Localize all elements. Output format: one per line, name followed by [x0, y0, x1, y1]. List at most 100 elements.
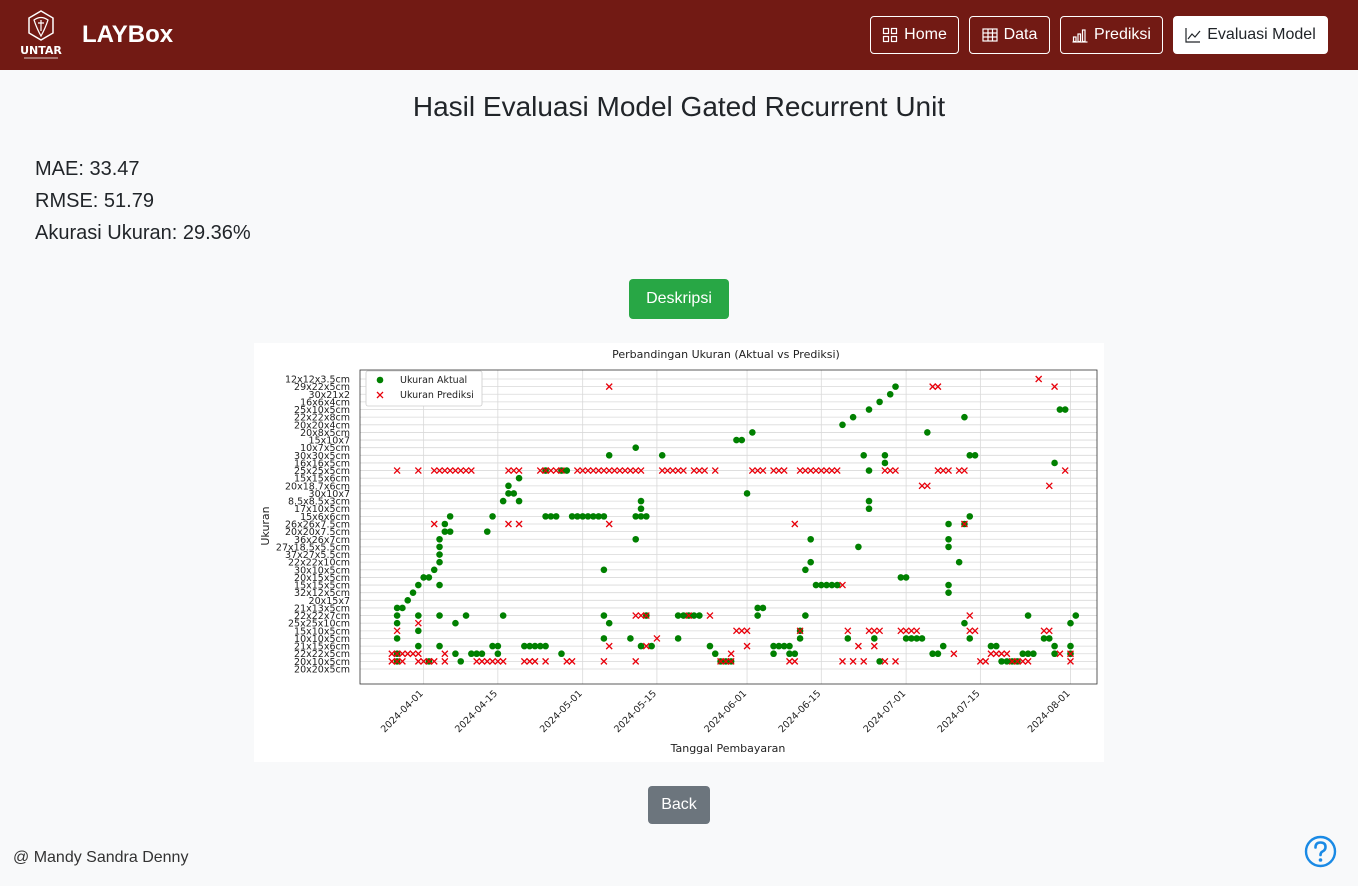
chart-xlabel: Tanggal Pembayaran — [670, 742, 786, 755]
navbar: UNTAR LAYBox Home Data Prediksi Evaluasi… — [0, 0, 1358, 70]
nav-home-label: Home — [904, 26, 947, 43]
actual-point — [961, 413, 968, 421]
actual-point — [696, 612, 703, 619]
actual-point — [436, 612, 443, 619]
actual-point — [452, 619, 459, 627]
actual-point — [436, 551, 443, 558]
actual-point — [796, 635, 804, 642]
actual-point — [393, 619, 401, 627]
x-tick-label: 2024-06-01 — [702, 688, 749, 735]
actual-point — [1024, 612, 1032, 619]
actual-point — [992, 642, 1000, 650]
actual-point — [489, 513, 496, 520]
brand-name[interactable]: LAYBox — [82, 20, 173, 50]
bar-chart-icon — [1072, 29, 1088, 43]
actual-point — [632, 444, 640, 451]
x-tick-label: 2024-05-15 — [612, 688, 659, 735]
actual-point — [1051, 459, 1058, 467]
actual-point — [674, 635, 682, 642]
actual-point — [404, 597, 412, 604]
x-tick-label: 2024-04-15 — [453, 688, 500, 735]
actual-point — [494, 650, 502, 658]
actual-point — [807, 535, 814, 543]
actual-point — [759, 604, 767, 612]
actual-point — [515, 497, 523, 505]
actual-point — [1030, 650, 1037, 658]
actual-point — [515, 474, 523, 482]
actual-point — [494, 642, 502, 650]
nav-evaluasi-model-label: Evaluasi Model — [1207, 26, 1316, 43]
scatter-chart: Perbandingan Ukuran (Aktual vs Prediksi)… — [259, 348, 1098, 755]
actual-point — [886, 390, 894, 398]
actual-point — [939, 642, 947, 650]
actual-point — [865, 467, 873, 474]
actual-point — [902, 574, 910, 581]
actual-point — [770, 650, 777, 658]
nav-evaluasi-model-button[interactable]: Evaluasi Model — [1173, 16, 1328, 54]
actual-point — [600, 566, 608, 574]
actual-point — [436, 558, 443, 566]
actual-point — [505, 482, 512, 490]
grid-icon — [883, 27, 898, 43]
actual-point — [961, 619, 968, 627]
actual-point — [945, 581, 952, 589]
page-title: Hasil Evaluasi Model Gated Recurrent Uni… — [412, 91, 946, 122]
actual-point — [876, 398, 883, 406]
actual-point — [637, 505, 645, 513]
actual-point — [627, 635, 634, 642]
legend-actual-marker — [376, 376, 384, 384]
legend-actual-label: Ukuran Aktual — [400, 375, 467, 386]
actual-point — [881, 459, 889, 467]
actual-point — [934, 650, 942, 658]
x-tick-label: 2024-07-15 — [936, 688, 983, 735]
actual-point — [436, 535, 443, 543]
actual-point — [892, 383, 899, 390]
actual-point — [966, 513, 974, 520]
rmse-metric: RMSE: 51.79 — [35, 190, 154, 212]
actual-point — [542, 642, 549, 650]
untar-logo-icon[interactable]: UNTAR — [18, 9, 64, 61]
help-icon[interactable] — [1304, 835, 1337, 868]
actual-point — [499, 612, 507, 619]
deskripsi-button[interactable]: Deskripsi — [629, 279, 729, 319]
actual-point — [802, 566, 809, 574]
nav-home-button[interactable]: Home — [870, 16, 959, 54]
actual-point — [600, 513, 608, 520]
actual-point — [399, 604, 406, 612]
actual-point — [552, 513, 560, 520]
actual-point — [849, 413, 857, 421]
scatter-chart-container: Perbandingan Ukuran (Aktual vs Prediksi)… — [254, 343, 1104, 762]
back-button[interactable]: Back — [648, 786, 710, 824]
actual-point — [743, 490, 751, 497]
actual-point — [881, 452, 889, 459]
actual-point — [966, 635, 974, 642]
accuracy-metric: Akurasi Ukuran: 29.36% — [35, 222, 251, 244]
actual-point — [478, 650, 486, 658]
actual-point — [971, 452, 979, 459]
nav-data-button[interactable]: Data — [969, 16, 1050, 54]
actual-point — [457, 658, 465, 665]
actual-point — [415, 612, 422, 619]
nav-prediksi-button[interactable]: Prediksi — [1060, 16, 1163, 54]
actual-point — [510, 490, 518, 497]
y-tick-label: 12x12x3.5cm — [285, 375, 350, 386]
actual-point — [643, 513, 650, 520]
actual-point — [844, 635, 852, 642]
actual-point — [1067, 619, 1074, 627]
actual-point — [865, 497, 873, 505]
actual-point — [924, 429, 931, 436]
actual-point — [1051, 642, 1058, 650]
actual-point — [855, 543, 862, 551]
actual-point — [711, 650, 719, 658]
actual-point — [436, 543, 443, 551]
actual-point — [945, 543, 952, 551]
actual-point — [738, 436, 746, 444]
actual-point — [706, 642, 714, 650]
actual-point — [1045, 635, 1053, 642]
x-tick-label: 2024-05-01 — [538, 688, 585, 735]
actual-point — [452, 650, 459, 658]
actual-point — [1067, 642, 1074, 650]
chart-title: Perbandingan Ukuran (Aktual vs Prediksi) — [612, 348, 840, 361]
actual-point — [415, 642, 422, 650]
x-tick-label: 2024-06-15 — [777, 688, 824, 735]
